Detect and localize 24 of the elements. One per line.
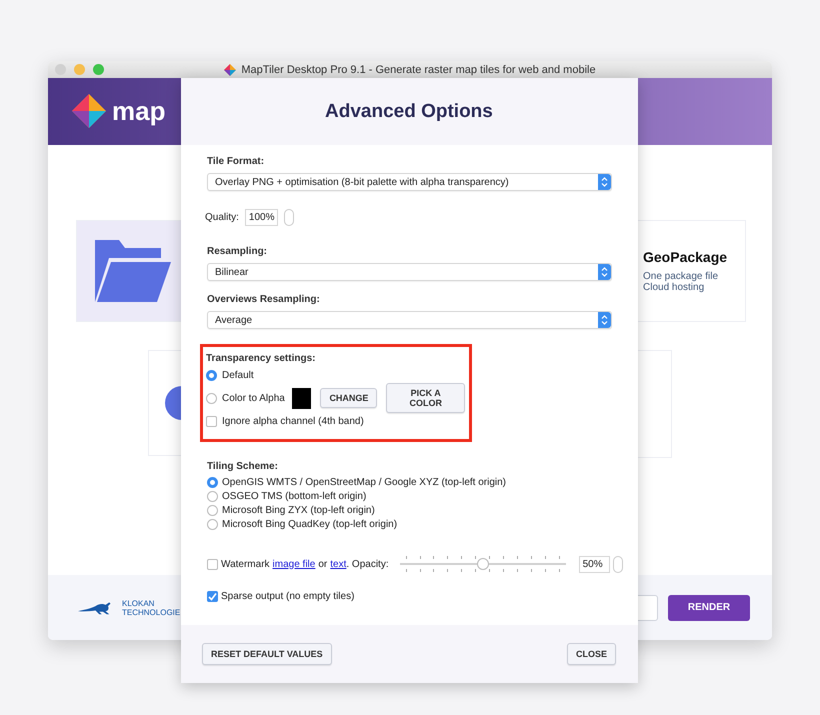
option-label: OpenGIS WMTS / OpenStreetMap / Google XYZ (top-left origin) bbox=[222, 476, 506, 488]
field-label: Tile Format: bbox=[207, 156, 264, 167]
card-title: GeoPackage bbox=[643, 249, 728, 265]
option-label: or bbox=[318, 558, 328, 570]
option-label: Watermark bbox=[221, 558, 270, 570]
window-title: MapTiler Desktop Pro 9.1 - Generate raster map tiles for web and mobile bbox=[241, 64, 596, 76]
option-label: Color to Alpha bbox=[222, 392, 285, 404]
option-label: Microsoft Bing ZYX (top-left origin) bbox=[222, 504, 375, 516]
option-label: Default bbox=[222, 370, 254, 380]
card-description: Cloud hosting bbox=[643, 282, 706, 293]
option-label: . Opacity: bbox=[346, 558, 389, 570]
option-label: Ignore alpha channel (4th band) bbox=[222, 416, 364, 426]
card-description: One package file bbox=[643, 271, 720, 282]
field-label: Overviews Resampling: bbox=[207, 294, 320, 305]
field-label: Resampling: bbox=[207, 246, 268, 257]
option-label: OSGEO TMS (bottom-left origin) bbox=[222, 490, 366, 502]
company-name: KLOKAN TECHNOLOGIE bbox=[122, 598, 180, 616]
field-label: Quality: bbox=[205, 212, 239, 223]
logo-text: map bbox=[112, 96, 166, 127]
dialog-title: Advanced Options bbox=[325, 100, 493, 122]
section-label: Tiling Scheme: bbox=[207, 461, 278, 472]
section-label: Transparency settings: bbox=[206, 353, 316, 364]
option-label: Sparse output (no empty tiles) bbox=[221, 591, 354, 602]
option-label: Microsoft Bing QuadKey (top-left origin) bbox=[222, 518, 398, 530]
